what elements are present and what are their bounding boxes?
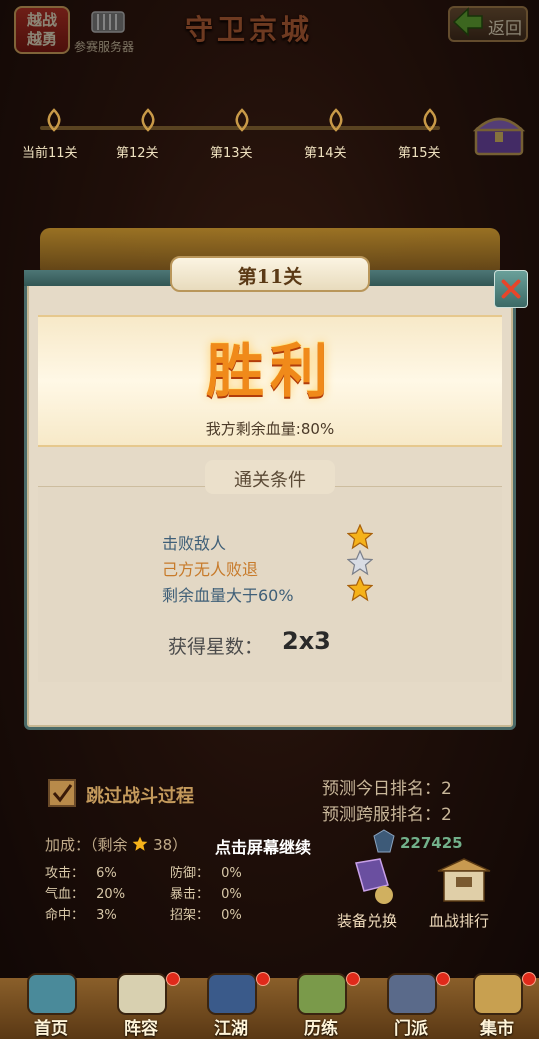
skip-battle-label[interactable]: 跳过战斗过程 xyxy=(86,782,194,808)
condition-1: 击败敌人 xyxy=(162,534,227,553)
stage-node-icon[interactable] xyxy=(42,108,66,132)
notification-dot xyxy=(166,972,180,986)
equipment-exchange-icon[interactable] xyxy=(340,855,404,909)
stars-earned-value: 2x3 xyxy=(282,627,331,655)
star-empty-icon xyxy=(347,550,373,576)
nav-icon[interactable] xyxy=(14,968,90,1020)
rank-cross-server: 预测跨服排名：2 xyxy=(322,805,452,825)
stat-defense: 防御： 0% xyxy=(170,866,242,881)
stat-crit: 暴击： 0% xyxy=(170,887,242,902)
checkmark-icon xyxy=(52,784,73,803)
stage-label[interactable]: 第15关 xyxy=(398,142,441,161)
stat-parry: 招架： 0% xyxy=(170,908,242,923)
nav-label[interactable]: 集市 xyxy=(480,1014,514,1039)
nav-label[interactable]: 门派 xyxy=(394,1014,428,1039)
battle-ranking-label[interactable]: 血战排行 xyxy=(429,910,489,931)
stage-node-icon[interactable] xyxy=(418,108,442,132)
stage-label[interactable]: 第14关 xyxy=(304,142,347,161)
stat-attack: 攻击： 6% xyxy=(45,866,117,881)
nav-label[interactable]: 江湖 xyxy=(214,1014,248,1039)
star-icon xyxy=(132,836,148,851)
battle-ranking-icon[interactable] xyxy=(432,855,496,909)
bonus-stars-left: 38） xyxy=(153,836,188,854)
power-value: 227425 xyxy=(400,834,463,852)
stage-node-icon[interactable] xyxy=(136,108,160,132)
notification-dot xyxy=(436,972,450,986)
stage-label[interactable]: 当前11关 xyxy=(22,142,78,161)
rank-today: 预测今日排名：2 xyxy=(322,779,452,799)
continue-hint[interactable]: 点击屏幕继续 xyxy=(215,834,311,858)
power-icon xyxy=(373,829,395,853)
condition-2: 己方无人败退 xyxy=(162,560,259,579)
close-icon[interactable] xyxy=(494,270,528,308)
stage-label[interactable]: 第13关 xyxy=(210,142,253,161)
stars-earned-label: 获得星数： xyxy=(168,636,264,658)
nav-label[interactable]: 历练 xyxy=(304,1014,338,1039)
stage-title: 第11关 xyxy=(237,266,303,288)
nav-label[interactable]: 阵容 xyxy=(124,1014,158,1039)
notification-dot xyxy=(256,972,270,986)
skip-battle-checkbox[interactable] xyxy=(48,779,76,807)
stage-label[interactable]: 第12关 xyxy=(116,142,159,161)
conditions-title: 通关条件 xyxy=(234,470,306,491)
nav-label[interactable]: 首页 xyxy=(34,1014,68,1039)
equipment-exchange-label[interactable]: 装备兑换 xyxy=(337,910,397,931)
bonus-line: 加成：（剩余 38） xyxy=(45,834,187,855)
hp-remaining: 我方剩余血量:80% xyxy=(205,420,335,438)
stage-node-icon[interactable] xyxy=(230,108,254,132)
notification-dot xyxy=(522,972,536,986)
bonus-label: 加成：（剩余 xyxy=(45,836,128,854)
stage-node-icon[interactable] xyxy=(324,108,348,132)
notification-dot xyxy=(346,972,360,986)
stat-hp: 气血： 20% xyxy=(45,887,126,902)
star-gold-icon xyxy=(347,524,373,550)
victory-text: 胜利 xyxy=(205,337,334,405)
condition-3: 剩余血量大于60% xyxy=(162,586,294,605)
stat-hit: 命中： 3% xyxy=(45,908,117,923)
star-gold-icon xyxy=(347,576,373,602)
